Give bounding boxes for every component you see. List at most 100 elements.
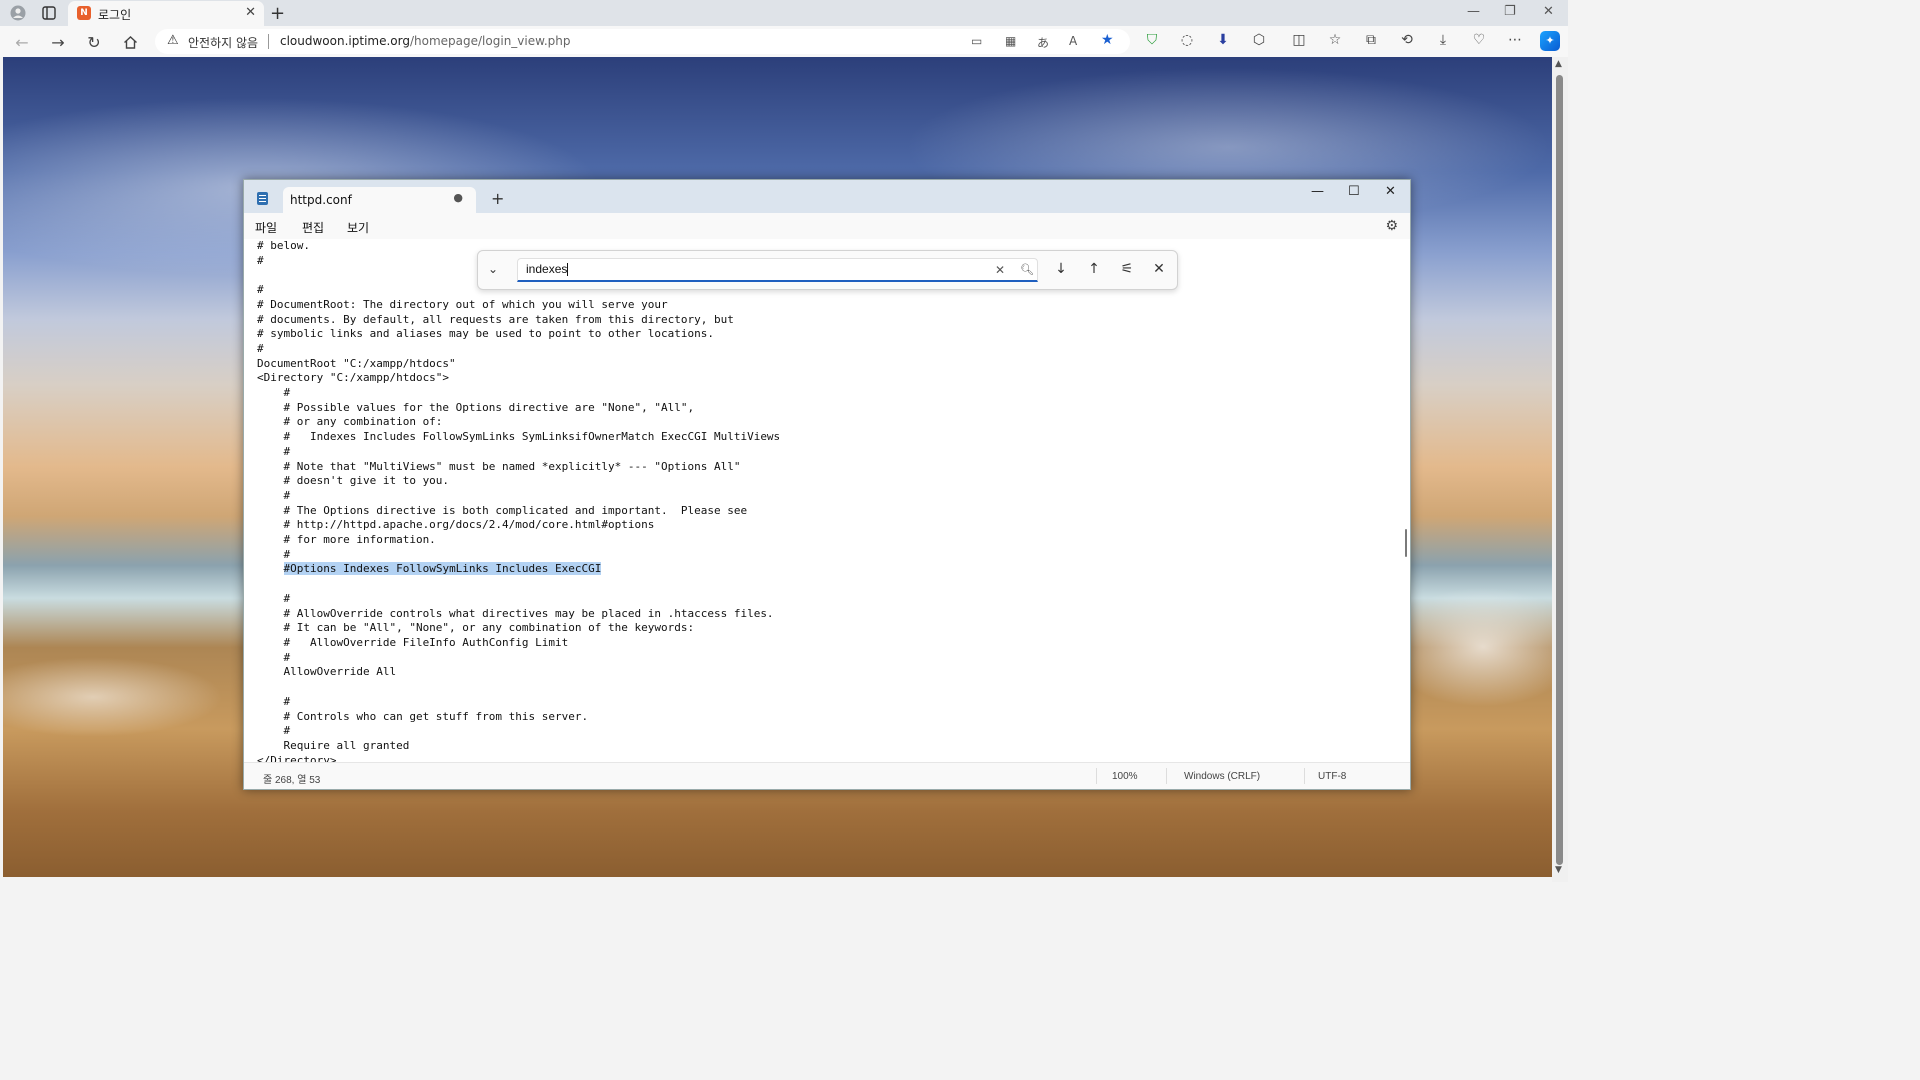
person-icon[interactable] [9,4,27,22]
editor-line[interactable]: # AllowOverride FileInfo AuthConfig Limi… [257,636,780,651]
editor-line[interactable] [257,680,780,695]
favorites-icon[interactable]: ☆ [1326,32,1344,48]
close-tab-icon[interactable]: ✕ [245,5,256,20]
notepad-close-icon[interactable]: ✕ [1385,184,1396,199]
puzzle-icon[interactable]: ⬡ [1250,32,1268,48]
clear-search-icon[interactable]: ✕ [995,263,1005,277]
notepad-minimize-icon[interactable]: — [1311,184,1324,199]
notepad-new-tab-icon[interactable]: + [491,189,504,208]
editor-line[interactable]: DocumentRoot "C:/xampp/htdocs" [257,357,780,372]
gear-icon[interactable]: ⚙ [1385,218,1398,234]
search-icon[interactable]: 🔍︎ [1020,263,1034,276]
editor-line[interactable]: # documents. By default, all requests ar… [257,313,780,328]
editor-line[interactable]: # Note that "MultiViews" must be named *… [257,460,780,475]
find-previous-arrow-icon[interactable]: ↑ [1085,261,1103,277]
star-filled-icon[interactable]: ★ [1101,32,1114,48]
minimize-icon[interactable]: — [1467,4,1480,19]
editor-line[interactable]: # [257,592,780,607]
editor-line[interactable]: # for more information. [257,533,780,548]
notepad-tab-title: httpd.conf [290,193,352,207]
notepad-maximize-icon[interactable]: ☐ [1348,184,1360,199]
refresh-icon[interactable]: ↻ [84,32,104,52]
editor-line[interactable]: # Controls who can get stuff from this s… [257,710,780,725]
editor-line[interactable] [257,577,780,592]
editor-line[interactable]: # The Options directive is both complica… [257,504,780,519]
translate-icon[interactable]: あ [1037,34,1049,51]
page-scrollbar[interactable]: ▲ ▼ [1552,57,1568,882]
editor-line[interactable]: # Possible values for the Options direct… [257,401,780,416]
editor-line[interactable]: # symbolic links and aliases may be used… [257,327,780,342]
browser-tab-active[interactable]: N 로그인 ✕ [68,1,264,26]
encoding[interactable]: UTF-8 [1318,771,1346,782]
notepad-title-bar[interactable]: httpd.conf ● + — ☐ ✕ [244,180,1410,213]
scrollbar-thumb[interactable] [1556,75,1563,865]
editor-line[interactable]: <Directory "C:/xampp/htdocs"> [257,371,780,386]
editor-line[interactable]: # [257,695,780,710]
extension-icon[interactable]: ◌ [1178,32,1196,48]
editor-line[interactable]: # or any combination of: [257,415,780,430]
more-options-icon[interactable]: ⋯ [1506,32,1524,48]
address-bar[interactable]: ⚠ 안전하지 않음 cloudwoon.iptime.org/homepage/… [155,29,1130,54]
app-available-icon[interactable]: ▭ [971,34,982,48]
unsaved-dot-icon[interactable]: ● [453,191,463,204]
notepad-menu-bar: 파일 편집 보기 ⚙ [244,213,1410,239]
downloads-icon[interactable]: ⤓ [1434,32,1452,48]
find-options-icon[interactable]: ⚟ [1118,261,1136,277]
scroll-up-icon[interactable]: ▲ [1555,59,1562,69]
menu-edit[interactable]: 편집 [302,219,324,236]
editor-line[interactable]: # DocumentRoot: The directory out of whi… [257,298,780,313]
collections-icon[interactable]: ⧉ [1362,32,1380,48]
editor-line[interactable]: # AllowOverride controls what directives… [257,607,780,622]
qr-code-icon[interactable]: ▦ [1005,34,1016,48]
find-input[interactable]: indexes [517,258,1038,282]
menu-view[interactable]: 보기 [347,219,369,236]
menu-file[interactable]: 파일 [255,219,277,236]
editor-line[interactable]: # [257,724,780,739]
download-extension-icon[interactable]: ⬇ [1214,32,1232,48]
read-aloud-icon[interactable]: A [1069,34,1077,48]
editor-line[interactable]: # doesn't give it to you. [257,474,780,489]
editor-line[interactable]: </Directory> [257,754,780,762]
split-screen-icon[interactable]: ◫ [1290,32,1308,48]
notepad-app-icon [257,192,268,205]
history-icon[interactable]: ⟲ [1398,32,1416,48]
copilot-icon[interactable]: ✦ [1540,31,1560,51]
editor-line[interactable]: # [257,489,780,504]
notepad-window: httpd.conf ● + — ☐ ✕ 파일 편집 보기 ⚙ # below.… [243,179,1411,790]
chevron-down-icon[interactable]: ⌄ [488,262,498,276]
url-text[interactable]: cloudwoon.iptime.org/homepage/login_view… [280,34,570,48]
close-find-icon[interactable]: ✕ [1150,261,1168,277]
security-label[interactable]: 안전하지 않음 [188,34,258,51]
editor-scrollbar-thumb[interactable] [1405,529,1407,557]
editor-line[interactable]: # [257,342,780,357]
find-next-arrow-icon[interactable]: ↓ [1052,261,1070,277]
restore-icon[interactable]: ❐ [1504,4,1516,19]
new-tab-icon[interactable]: + [270,3,285,24]
editor-line[interactable]: AllowOverride All [257,665,780,680]
editor-text-lines[interactable]: # below. # # # DocumentRoot: The directory… [257,239,780,762]
editor-line[interactable]: # Indexes Includes FollowSymLinks SymLin… [257,430,780,445]
back-arrow-icon[interactable]: ← [12,32,32,52]
editor-line[interactable]: # [257,386,780,401]
search-match-highlight[interactable]: #Options Indexes FollowSymLinks Includes… [283,562,602,576]
zoom-level[interactable]: 100% [1112,771,1138,782]
editor-line[interactable]: # http://httpd.apache.org/docs/2.4/mod/c… [257,518,780,533]
editor-line[interactable]: # [257,651,780,666]
forward-arrow-icon[interactable]: → [48,32,68,52]
close-window-icon[interactable]: ✕ [1543,4,1554,19]
shield-extension-icon[interactable]: ⛉ [1143,32,1161,48]
warning-icon[interactable]: ⚠ [167,33,179,48]
editor-line[interactable]: # [257,548,780,563]
home-icon[interactable] [120,32,140,52]
address-divider [268,34,269,49]
notepad-tab[interactable]: httpd.conf ● [283,187,476,213]
editor-line[interactable]: Require all granted [257,739,780,754]
scroll-down-icon[interactable]: ▼ [1555,865,1562,875]
browser-essentials-icon[interactable]: ♡ [1470,32,1488,48]
text-editor[interactable]: # below. # # # DocumentRoot: The directory… [244,239,1410,762]
editor-line[interactable]: # [257,445,780,460]
line-ending[interactable]: Windows (CRLF) [1184,771,1260,782]
tab-actions-icon[interactable] [40,4,58,22]
editor-line[interactable]: #Options Indexes FollowSymLinks Includes… [257,562,780,577]
editor-line[interactable]: # It can be "All", "None", or any combin… [257,621,780,636]
